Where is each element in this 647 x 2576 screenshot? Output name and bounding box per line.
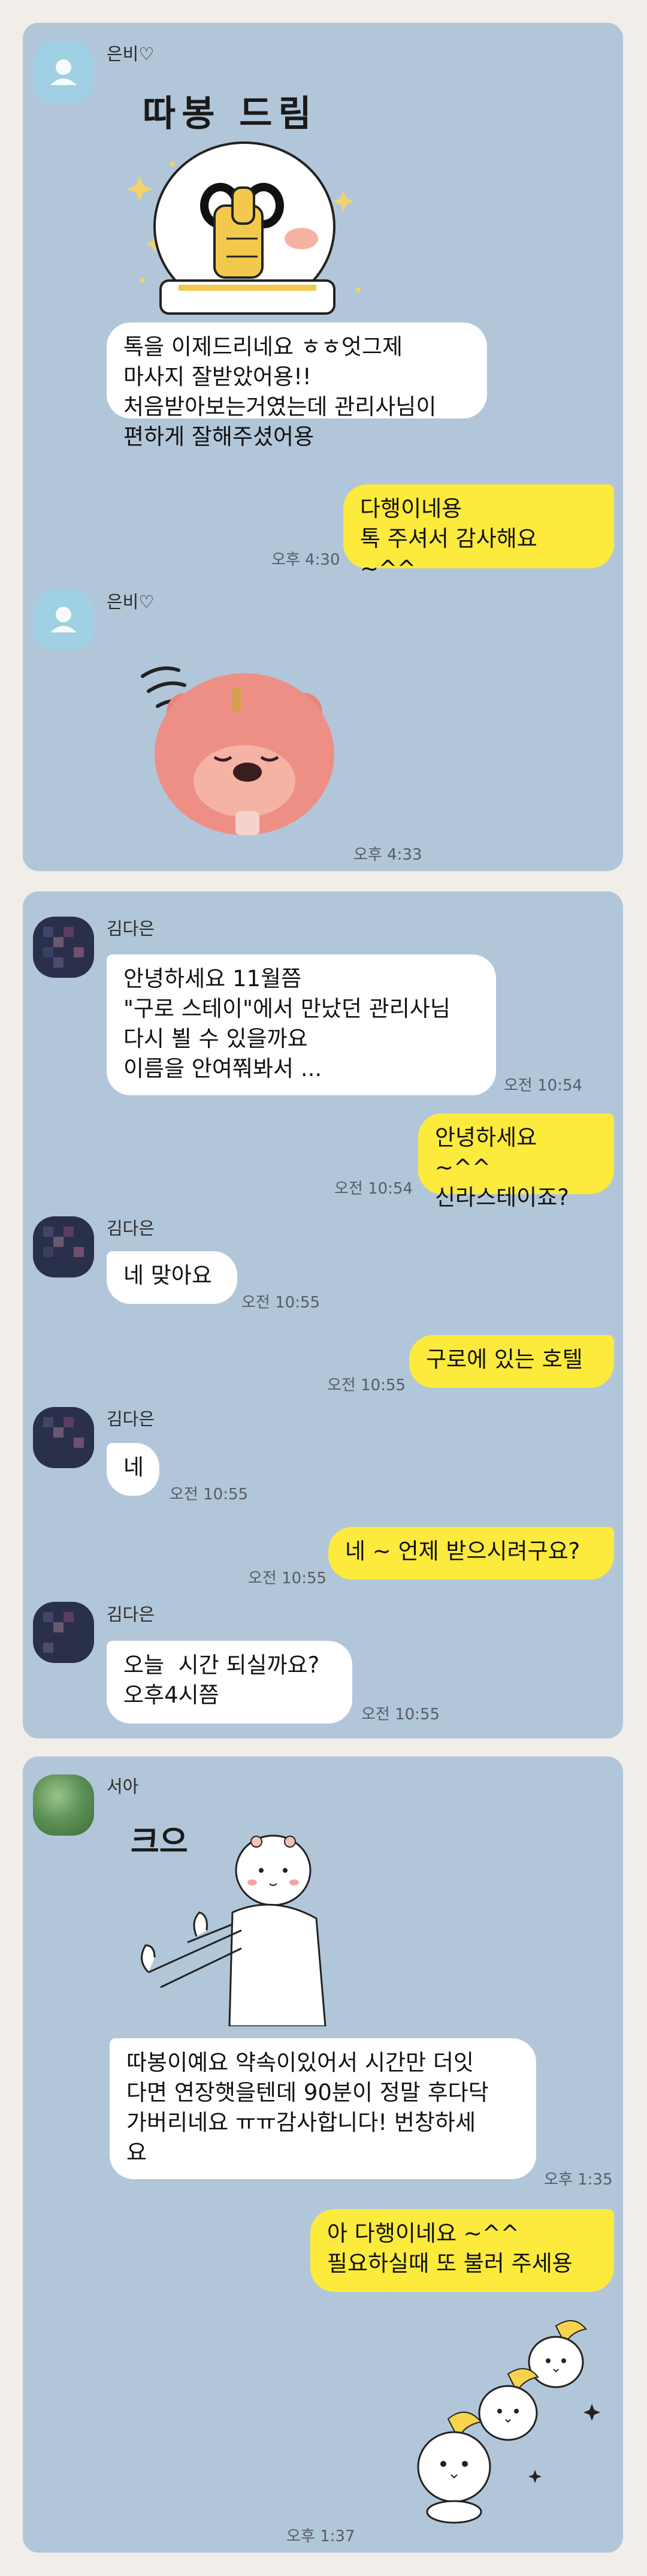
bear-illustration <box>141 1834 326 2026</box>
avatar[interactable] <box>33 1774 94 1836</box>
beaver-illustration <box>141 666 334 835</box>
thumbs-up-sticker[interactable]: 따봉 드림 <box>107 80 382 332</box>
chat-screenshot-1: 은비♡ 따봉 드림 톡을 이제드리네요 ㅎㅎ엇그제 마사지 잘받았어용!! 처음… <box>23 23 623 871</box>
sender-name: 김다은 <box>107 1218 155 1239</box>
sender-name: 은비♡ <box>107 44 155 64</box>
timestamp: 오후 1:37 <box>286 2527 355 2545</box>
avatar[interactable] <box>33 1407 94 1468</box>
avatar[interactable] <box>33 42 94 103</box>
timestamp: 오전 10:54 <box>504 1077 583 1095</box>
message-bubble[interactable]: 안녕하세요 11월쯤 "구로 스테이"에서 만났던 관리사님 다시 뵐 수 있을… <box>107 954 496 1095</box>
avatar[interactable] <box>33 1216 94 1278</box>
timestamp: 오후 1:35 <box>544 2171 613 2189</box>
default-profile-icon <box>50 59 77 85</box>
timestamp: 오전 10:55 <box>170 1486 249 1504</box>
avatar[interactable] <box>33 589 94 650</box>
avatar[interactable] <box>33 917 94 978</box>
chat-screenshot-3: 서아 크으 따봉이예요 약속이있어서 시간만 더잇 다면 연장햇을텐데 90분이… <box>23 1756 623 2553</box>
my-message-bubble[interactable]: 네 ~ 언제 받으시려구요? <box>328 1527 614 1580</box>
timestamp: 오전 10:54 <box>334 1180 413 1198</box>
message-bubble[interactable]: 네 맞아요 <box>107 1251 237 1304</box>
timestamp: 오전 10:55 <box>361 1706 440 1724</box>
default-profile-icon <box>50 607 77 632</box>
bunny-parade-sticker[interactable] <box>376 2314 616 2530</box>
timestamp: 오전 10:55 <box>327 1376 406 1394</box>
timestamp: 오후 4:33 <box>353 846 422 864</box>
message-bubble[interactable]: 오늘 시간 되실까요? 오후4시쯤 <box>107 1641 352 1724</box>
message-bubble[interactable]: 따봉이예요 약속이있어서 시간만 더잇 다면 연장햇을텐데 90분이 정말 후다… <box>110 2038 536 2179</box>
sender-name: 김다은 <box>107 1409 155 1429</box>
my-message-bubble[interactable]: 구로에 있는 호텔 <box>409 1335 614 1388</box>
chat-screenshot-2: 김다은 안녕하세요 11월쯤 "구로 스테이"에서 만났던 관리사님 다시 뵐 … <box>23 891 623 1739</box>
sender-name: 은비♡ <box>107 592 155 612</box>
sleepy-beaver-sticker[interactable] <box>125 640 352 844</box>
message-bubble[interactable]: 톡을 이제드리네요 ㅎㅎ엇그제 마사지 잘받았어용!! 처음받아보는거였는데 관… <box>107 323 487 450</box>
my-message-bubble[interactable]: 아 다행이네요 ~^^ 필요하실때 또 불러 주세용 <box>310 2209 614 2292</box>
sender-name: 서아 <box>107 1776 139 1797</box>
my-message-bubble[interactable]: 안녕하세요 ~^^ 신라스테이죠? <box>418 1113 614 1210</box>
bunnies-illustration <box>417 2320 600 2524</box>
my-message-bubble[interactable]: 다행이네용 톡 주셔서 감사해요 ~^^ <box>343 484 614 582</box>
thumbs-up-bear-sticker[interactable]: 크으 <box>113 1816 376 2026</box>
sender-name: 김다은 <box>107 1604 155 1625</box>
message-bubble[interactable]: 네 <box>107 1443 159 1496</box>
timestamp: 오전 10:55 <box>248 1569 327 1587</box>
character-illustration <box>126 141 361 315</box>
timestamp: 오후 4:30 <box>271 551 340 569</box>
timestamp: 오전 10:55 <box>241 1294 321 1312</box>
avatar[interactable] <box>33 1602 94 1663</box>
sender-name: 김다은 <box>107 918 155 939</box>
